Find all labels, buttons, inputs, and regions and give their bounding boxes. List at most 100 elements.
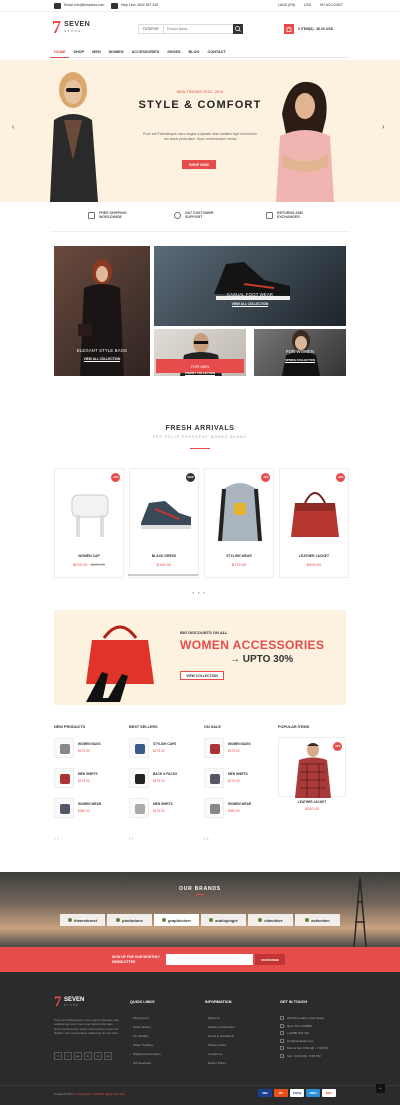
filter-select[interactable]: FILTER BY bbox=[139, 25, 164, 33]
product-card[interactable]: -20% LEATHER JACKET $300.00 bbox=[279, 468, 349, 578]
slider-prev-icon[interactable]: ‹ bbox=[12, 124, 14, 131]
brands-divider bbox=[196, 894, 204, 895]
collection-men-link[interactable]: TRENDY COLLECTION bbox=[184, 371, 216, 376]
topbar-email[interactable]: Email: info@templaza.com bbox=[64, 3, 104, 7]
list-item[interactable]: WOMEN WEAR $350.00 bbox=[54, 798, 124, 826]
list-item-name[interactable]: WOMEN WEAR bbox=[228, 802, 251, 806]
list-item-name[interactable]: BACK & PACKS bbox=[153, 772, 177, 776]
cart-button[interactable] bbox=[284, 24, 294, 34]
list-item-name[interactable]: MEN SHIRTS bbox=[78, 772, 98, 776]
brand-logo-graphicriver[interactable]: graphicriver bbox=[154, 914, 199, 926]
language-select[interactable]: LANG (EN) bbox=[278, 3, 295, 7]
info-item[interactable]: › Terms & Conditions bbox=[205, 1034, 235, 1038]
promo-kicker: BIG DISCOUNTS ON ALL bbox=[180, 630, 228, 635]
list-item-name[interactable]: MEN SHIRTS bbox=[153, 802, 173, 806]
info-item[interactable]: › Privacy Policy bbox=[205, 1043, 235, 1047]
collection-men[interactable]: FOR MEN TRENDY COLLECTION bbox=[154, 329, 246, 376]
list-item[interactable]: WOMEN BAGS $175.00 bbox=[54, 738, 124, 766]
product-card[interactable]: NEW BLACK DRESS $160.00 bbox=[129, 468, 199, 578]
list-item-thumb bbox=[129, 768, 149, 788]
list-item[interactable]: MEN SHIRTS $175.00 bbox=[204, 768, 274, 796]
popular-item-name[interactable]: LEATHER JACKET bbox=[278, 800, 346, 804]
account-menu[interactable]: MY ACCOUNT bbox=[320, 3, 343, 7]
collection-shoes[interactable]: CASUAL FOOT WEAR VIEW ALL COLLECTION bbox=[154, 246, 346, 326]
footer: 7 SEVEN STORE Proin est Pellentesque ris… bbox=[0, 972, 400, 1105]
quick-item[interactable]: › Order Tracking bbox=[130, 1043, 161, 1047]
social-rss-icon[interactable]: rss bbox=[104, 1052, 112, 1060]
product-name[interactable]: STYLISH WEAR bbox=[205, 554, 273, 558]
payment-paypal-icon: PayPal bbox=[290, 1089, 304, 1097]
product-name[interactable]: BLACK DRESS bbox=[130, 554, 198, 558]
lists-prev-icon[interactable]: ‹ › bbox=[54, 836, 59, 842]
social-f-icon[interactable]: f bbox=[54, 1052, 62, 1060]
nav-item-accessories[interactable]: ACCESSORIES bbox=[128, 47, 164, 58]
search-button[interactable] bbox=[233, 24, 243, 34]
list-item[interactable]: WOMEN BAGS $175.00 bbox=[204, 738, 274, 766]
shop-now-button[interactable]: SHOP NOW bbox=[182, 160, 216, 169]
social-p-icon[interactable]: p bbox=[94, 1052, 102, 1060]
subscribe-button[interactable]: SUBSCRIBE bbox=[255, 954, 285, 965]
logo[interactable]: 7 SEVEN STORE bbox=[52, 17, 92, 39]
list-item[interactable]: STYLISH CAPS $175.00 bbox=[129, 738, 199, 766]
collection-women-link[interactable]: SPRING COLLECTION bbox=[285, 358, 315, 363]
nav-item-home[interactable]: HOME bbox=[50, 47, 70, 58]
brand-logo-photodune[interactable]: photodune bbox=[107, 914, 152, 926]
info-item[interactable]: › Return Policy bbox=[205, 1061, 235, 1065]
nav-item-shoes[interactable]: SHOES bbox=[163, 47, 184, 58]
social-t-icon[interactable]: t bbox=[64, 1052, 72, 1060]
list-item-name[interactable]: WOMEN BAGS bbox=[228, 742, 251, 746]
lists-nav-2-icon[interactable]: ‹ › bbox=[129, 836, 134, 842]
list-item-name[interactable]: WOMEN BAGS bbox=[78, 742, 101, 746]
info-item[interactable]: › Delivery Information bbox=[205, 1025, 235, 1029]
cart-summary[interactable]: 0 ITEM(S) - $0.00 USD bbox=[298, 27, 333, 31]
view-collection-button[interactable]: VIEW COLLECTION bbox=[180, 671, 224, 680]
contact-icon bbox=[280, 1038, 284, 1043]
social-g+-icon[interactable]: g+ bbox=[74, 1052, 82, 1060]
quick-item[interactable]: › My Wishlist bbox=[130, 1034, 161, 1038]
quick-item[interactable]: › Gift Vouchers bbox=[130, 1061, 161, 1065]
nav-item-men[interactable]: MEN bbox=[88, 47, 104, 58]
info-item[interactable]: › Contact us bbox=[205, 1052, 235, 1056]
newsletter-email-input[interactable] bbox=[166, 954, 253, 965]
brand-logo-activeden[interactable]: activeden bbox=[295, 914, 340, 926]
list-item[interactable]: BACK & PACKS $175.00 bbox=[129, 768, 199, 796]
product-price: $300.00 bbox=[280, 562, 348, 567]
product-name[interactable]: LEATHER JACKET bbox=[280, 554, 348, 558]
brand-name: themeforest bbox=[74, 917, 97, 923]
list-item[interactable]: MEN SHIRTS $175.00 bbox=[129, 798, 199, 826]
brand-logo-videohive[interactable]: videohive bbox=[248, 914, 293, 926]
back-to-top-icon[interactable]: ^ bbox=[376, 1084, 385, 1093]
quick-item[interactable]: › Shipping Information bbox=[130, 1052, 161, 1056]
collection-shoes-link[interactable]: VIEW ALL COLLECTION bbox=[231, 302, 269, 307]
collection-bags[interactable]: ELEGANT STYLE BAGS VIEW ALL COLLECTION bbox=[54, 246, 150, 376]
list-item-name[interactable]: MEN SHIRTS bbox=[228, 772, 248, 776]
social-in-icon[interactable]: in bbox=[84, 1052, 92, 1060]
slider-next-icon[interactable]: › bbox=[382, 124, 384, 131]
list-item-name[interactable]: WOMEN WEAR bbox=[78, 802, 101, 806]
lists-nav-3-icon[interactable]: ‹ › bbox=[204, 836, 209, 842]
footer-credit[interactable]: by TemplaZa © 2016 All rights reserved bbox=[72, 1092, 124, 1096]
product-card[interactable]: -15% STYLISH WEAR $175.00 bbox=[204, 468, 274, 578]
product-name[interactable]: WOMEN CAP bbox=[55, 554, 123, 558]
quick-item[interactable]: › Order History bbox=[130, 1025, 161, 1029]
quick-item[interactable]: › My Account bbox=[130, 1016, 161, 1020]
nav-item-women[interactable]: WOMEN bbox=[105, 47, 128, 58]
collection-women[interactable]: FOR WOMEN SPRING COLLECTION bbox=[254, 329, 346, 376]
collection-bags-link[interactable]: VIEW ALL COLLECTION bbox=[83, 357, 121, 362]
list-item-name[interactable]: STYLISH CAPS bbox=[153, 742, 176, 746]
list-item[interactable]: WOMEN WEAR $350.00 bbox=[204, 798, 274, 826]
search-input[interactable] bbox=[163, 25, 222, 33]
info-item[interactable]: › About us bbox=[205, 1016, 235, 1020]
nav-item-blog[interactable]: BLOG bbox=[185, 47, 204, 58]
brand-logo-audiojungle[interactable]: audiojungle bbox=[201, 914, 246, 926]
brand-logo-themeforest[interactable]: themeforest bbox=[60, 914, 105, 926]
footer-logo[interactable]: 7 SEVEN STORE bbox=[54, 994, 94, 1014]
list-item[interactable]: MEN SHIRTS $175.00 bbox=[54, 768, 124, 796]
currency-select[interactable]: USD bbox=[304, 3, 311, 7]
nav-item-contact[interactable]: CONTACT bbox=[204, 47, 230, 58]
product-card[interactable]: -15% WOMEN CAP $240.00 $280.00 bbox=[54, 468, 124, 578]
popular-item[interactable]: -20% bbox=[278, 737, 346, 798]
nav-item-shop[interactable]: SHOP bbox=[69, 47, 88, 58]
product-pager-dots[interactable]: ● ● ● bbox=[192, 590, 206, 595]
product-scrollbar[interactable] bbox=[128, 574, 198, 576]
